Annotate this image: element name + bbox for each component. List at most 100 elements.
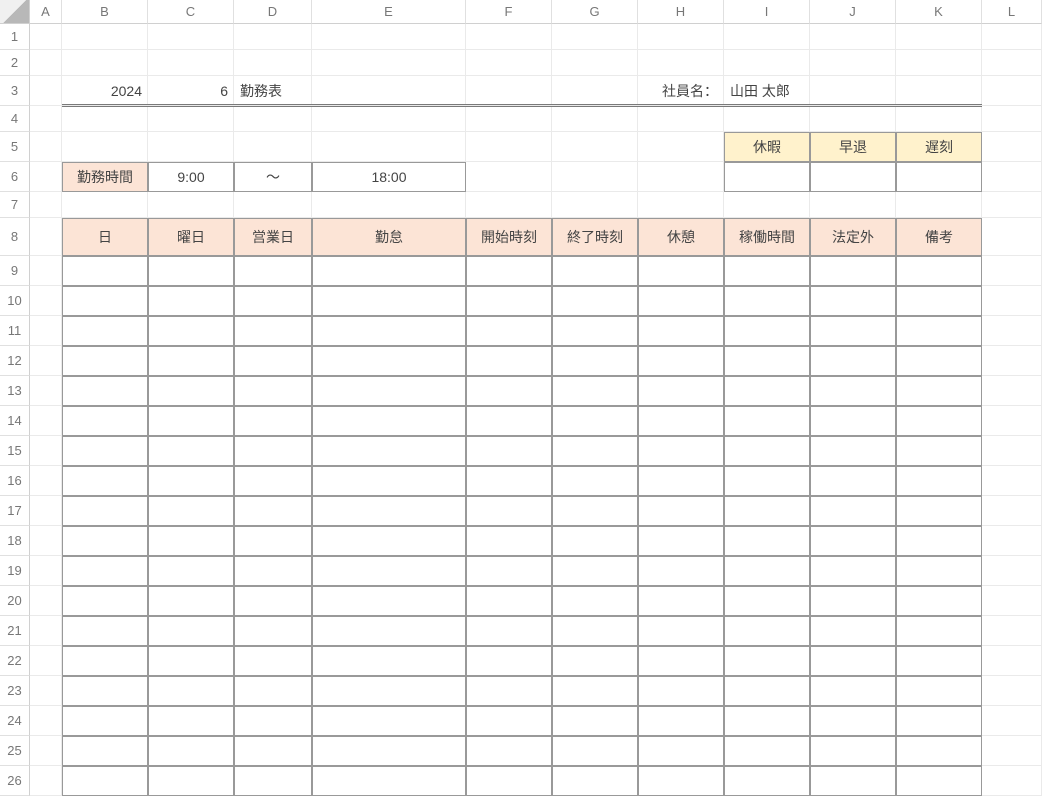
table-header-6[interactable]: 休憩	[638, 218, 724, 256]
table-cell-r10-c3[interactable]	[148, 286, 234, 316]
table-cell-r11-c7[interactable]	[552, 316, 638, 346]
table-cell-r9-c9[interactable]	[724, 256, 810, 286]
table-cell-r19-c4[interactable]	[234, 556, 312, 586]
table-cell-r21-c3[interactable]	[148, 616, 234, 646]
table-cell-r10-c7[interactable]	[552, 286, 638, 316]
table-header-4[interactable]: 開始時刻	[466, 218, 552, 256]
row-head-5[interactable]: 5	[0, 132, 30, 162]
work-time-label[interactable]: 勤務時間	[62, 162, 148, 192]
table-header-7[interactable]: 稼働時間	[724, 218, 810, 256]
cell-month[interactable]: 6	[148, 76, 234, 106]
table-cell-r21-c5[interactable]	[312, 616, 466, 646]
table-cell-r9-c4[interactable]	[234, 256, 312, 286]
table-cell-r17-c3[interactable]	[148, 496, 234, 526]
table-cell-r20-c5[interactable]	[312, 586, 466, 616]
table-cell-r15-c8[interactable]	[638, 436, 724, 466]
table-cell-r22-c3[interactable]	[148, 646, 234, 676]
table-cell-r24-c9[interactable]	[724, 706, 810, 736]
table-cell-r23-c4[interactable]	[234, 676, 312, 706]
table-cell-r17-c2[interactable]	[62, 496, 148, 526]
table-cell-r17-c7[interactable]	[552, 496, 638, 526]
table-cell-r20-c9[interactable]	[724, 586, 810, 616]
legend-early-value[interactable]	[810, 162, 896, 192]
table-cell-r9-c3[interactable]	[148, 256, 234, 286]
table-cell-r18-c6[interactable]	[466, 526, 552, 556]
table-cell-r18-c2[interactable]	[62, 526, 148, 556]
table-cell-r17-c10[interactable]	[810, 496, 896, 526]
table-cell-r23-c11[interactable]	[896, 676, 982, 706]
table-cell-r14-c8[interactable]	[638, 406, 724, 436]
table-cell-r16-c5[interactable]	[312, 466, 466, 496]
table-header-0[interactable]: 日	[62, 218, 148, 256]
table-cell-r13-c2[interactable]	[62, 376, 148, 406]
table-cell-r21-c11[interactable]	[896, 616, 982, 646]
table-cell-r25-c10[interactable]	[810, 736, 896, 766]
table-cell-r12-c11[interactable]	[896, 346, 982, 376]
table-cell-r9-c10[interactable]	[810, 256, 896, 286]
table-cell-r24-c7[interactable]	[552, 706, 638, 736]
table-cell-r18-c5[interactable]	[312, 526, 466, 556]
table-header-9[interactable]: 備考	[896, 218, 982, 256]
table-cell-r12-c7[interactable]	[552, 346, 638, 376]
table-cell-r21-c9[interactable]	[724, 616, 810, 646]
table-cell-r26-c8[interactable]	[638, 766, 724, 796]
table-cell-r22-c6[interactable]	[466, 646, 552, 676]
table-cell-r15-c9[interactable]	[724, 436, 810, 466]
table-cell-r16-c4[interactable]	[234, 466, 312, 496]
table-cell-r13-c10[interactable]	[810, 376, 896, 406]
row-head-15[interactable]: 15	[0, 436, 30, 466]
col-head-K[interactable]: K	[896, 0, 982, 24]
row-head-22[interactable]: 22	[0, 646, 30, 676]
table-cell-r12-c8[interactable]	[638, 346, 724, 376]
row-head-17[interactable]: 17	[0, 496, 30, 526]
table-cell-r24-c3[interactable]	[148, 706, 234, 736]
table-cell-r16-c10[interactable]	[810, 466, 896, 496]
col-head-C[interactable]: C	[148, 0, 234, 24]
table-cell-r18-c9[interactable]	[724, 526, 810, 556]
table-cell-r25-c9[interactable]	[724, 736, 810, 766]
row-head-12[interactable]: 12	[0, 346, 30, 376]
table-cell-r20-c11[interactable]	[896, 586, 982, 616]
table-cell-r12-c3[interactable]	[148, 346, 234, 376]
row-head-20[interactable]: 20	[0, 586, 30, 616]
table-cell-r13-c6[interactable]	[466, 376, 552, 406]
table-cell-r22-c2[interactable]	[62, 646, 148, 676]
table-cell-r19-c7[interactable]	[552, 556, 638, 586]
table-cell-r13-c7[interactable]	[552, 376, 638, 406]
table-cell-r23-c5[interactable]	[312, 676, 466, 706]
table-cell-r13-c4[interactable]	[234, 376, 312, 406]
table-cell-r16-c11[interactable]	[896, 466, 982, 496]
work-start-time[interactable]: 9:00	[148, 162, 234, 192]
table-cell-r16-c8[interactable]	[638, 466, 724, 496]
table-cell-r20-c10[interactable]	[810, 586, 896, 616]
table-cell-r10-c9[interactable]	[724, 286, 810, 316]
table-cell-r23-c9[interactable]	[724, 676, 810, 706]
table-header-2[interactable]: 営業日	[234, 218, 312, 256]
col-head-A[interactable]: A	[30, 0, 62, 24]
table-cell-r19-c11[interactable]	[896, 556, 982, 586]
table-cell-r22-c7[interactable]	[552, 646, 638, 676]
table-cell-r12-c10[interactable]	[810, 346, 896, 376]
table-cell-r15-c10[interactable]	[810, 436, 896, 466]
row-head-9[interactable]: 9	[0, 256, 30, 286]
table-cell-r24-c5[interactable]	[312, 706, 466, 736]
col-head-G[interactable]: G	[552, 0, 638, 24]
row-head-8[interactable]: 8	[0, 218, 30, 256]
table-cell-r24-c8[interactable]	[638, 706, 724, 736]
table-cell-r17-c9[interactable]	[724, 496, 810, 526]
table-cell-r11-c3[interactable]	[148, 316, 234, 346]
table-cell-r26-c5[interactable]	[312, 766, 466, 796]
table-cell-r13-c9[interactable]	[724, 376, 810, 406]
cell-year[interactable]: 2024	[62, 76, 148, 106]
table-cell-r14-c11[interactable]	[896, 406, 982, 436]
table-cell-r14-c5[interactable]	[312, 406, 466, 436]
table-cell-r26-c11[interactable]	[896, 766, 982, 796]
row-head-21[interactable]: 21	[0, 616, 30, 646]
table-cell-r16-c9[interactable]	[724, 466, 810, 496]
table-cell-r20-c7[interactable]	[552, 586, 638, 616]
legend-late[interactable]: 遅刻	[896, 132, 982, 162]
table-cell-r19-c2[interactable]	[62, 556, 148, 586]
table-header-3[interactable]: 勤怠	[312, 218, 466, 256]
col-head-I[interactable]: I	[724, 0, 810, 24]
table-cell-r25-c4[interactable]	[234, 736, 312, 766]
